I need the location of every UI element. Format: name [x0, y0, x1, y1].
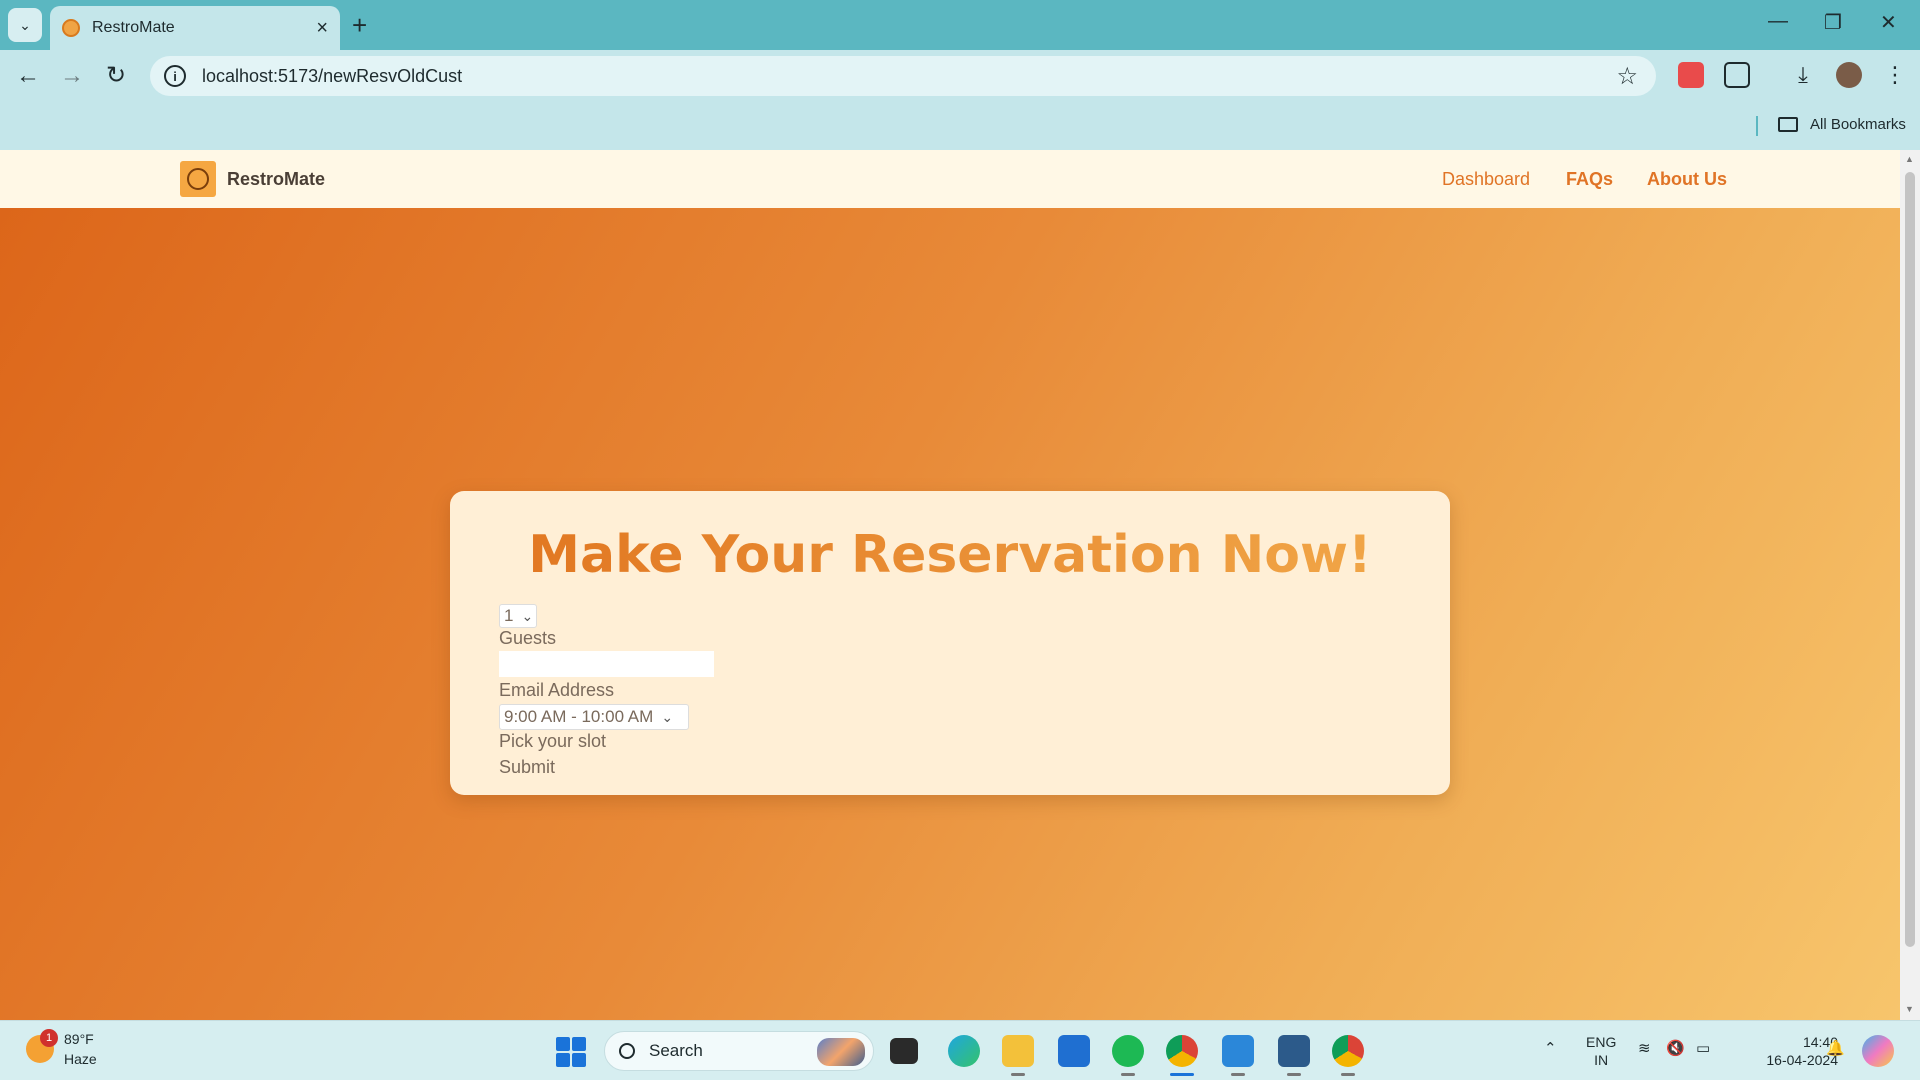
- vscode-icon[interactable]: [1222, 1035, 1254, 1067]
- submit-button[interactable]: Submit: [499, 757, 555, 778]
- close-window-icon[interactable]: ✕: [1880, 10, 1897, 35]
- site-info-icon[interactable]: i: [164, 65, 186, 87]
- weather-badge: 1: [40, 1029, 58, 1047]
- close-tab-icon[interactable]: ×: [316, 17, 328, 40]
- address-bar[interactable]: i localhost:5173/newResvOldCust ☆: [150, 56, 1656, 96]
- download-icon[interactable]: ⤓: [1790, 62, 1816, 88]
- restore-icon[interactable]: ❐: [1824, 10, 1842, 35]
- guests-select[interactable]: 1 ⌄: [499, 604, 537, 628]
- all-bookmarks-label: All Bookmarks: [1810, 116, 1906, 133]
- url-text[interactable]: localhost:5173/newResvOldCust: [202, 66, 462, 87]
- all-bookmarks-button[interactable]: All Bookmarks: [1778, 116, 1906, 133]
- minimize-icon[interactable]: —: [1768, 10, 1788, 33]
- menu-kebab-icon[interactable]: ⋮: [1882, 62, 1908, 88]
- nav-about-link[interactable]: About Us: [1647, 169, 1727, 190]
- language-region: IN: [1594, 1052, 1609, 1068]
- database-tool-indicator: [1287, 1073, 1301, 1076]
- taskbar-search-placeholder: Search: [649, 1041, 703, 1060]
- restaurant-logo-icon: [187, 168, 209, 190]
- nav-faqs-link[interactable]: FAQs: [1566, 169, 1613, 190]
- chrome-profile-icon[interactable]: [1332, 1035, 1364, 1067]
- os-taskbar: 1 89°F Haze Search ⌃ ENG IN ≋ 🔇 ▭ 14:40 …: [0, 1020, 1920, 1080]
- new-tab-button[interactable]: +: [352, 10, 367, 40]
- chrome-profile-indicator: [1341, 1073, 1355, 1076]
- chevron-down-icon: ⌄: [19, 16, 31, 33]
- page-scrollbar[interactable]: ▲ ▼: [1900, 150, 1920, 1020]
- language-indicator[interactable]: ENG IN: [1586, 1033, 1616, 1069]
- back-arrow-icon[interactable]: ←: [16, 62, 40, 90]
- task-view-icon[interactable]: [890, 1038, 918, 1064]
- favicon-icon: [62, 19, 80, 37]
- slot-select[interactable]: 9:00 AM - 10:00 AM ⌄: [499, 704, 689, 730]
- page-viewport: RestroMate Dashboard FAQs About Us Make …: [0, 150, 1900, 1020]
- reservation-card: Make Your Reservation Now! 1 ⌄ Guests Em…: [450, 491, 1450, 795]
- windows-start-icon[interactable]: [556, 1037, 586, 1067]
- spotify-indicator: [1121, 1073, 1135, 1076]
- slot-value: 9:00 AM - 10:00 AM: [504, 707, 654, 726]
- bookmarks-bar: All Bookmarks: [0, 102, 1920, 150]
- folder-icon: [1778, 117, 1798, 132]
- nav-dashboard-link[interactable]: Dashboard: [1442, 169, 1530, 190]
- browser-toolbar: ← → ↻ i localhost:5173/newResvOldCust ☆: [0, 50, 1920, 102]
- bookmark-star-icon[interactable]: ☆: [1616, 62, 1638, 91]
- forward-arrow-icon[interactable]: →: [60, 62, 84, 90]
- app-navbar: RestroMate Dashboard FAQs About Us: [0, 150, 1900, 208]
- browser-tab-strip: ⌄ RestroMate × + — ❐ ✕: [0, 0, 1920, 50]
- bookmarks-divider: [1756, 116, 1758, 136]
- profile-avatar[interactable]: [1836, 62, 1862, 88]
- show-hidden-icons-chevron[interactable]: ⌃: [1544, 1039, 1557, 1057]
- chrome-icon[interactable]: [1166, 1035, 1198, 1067]
- vscode-indicator: [1231, 1073, 1245, 1076]
- email-label: Email Address: [499, 680, 615, 700]
- scroll-down-icon[interactable]: ▼: [1905, 1004, 1914, 1014]
- browser-tab[interactable]: RestroMate ×: [50, 6, 340, 50]
- weather-temperature[interactable]: 89°F: [64, 1031, 94, 1047]
- puzzle-extensions-icon[interactable]: [1724, 62, 1750, 88]
- reload-icon[interactable]: ↻: [106, 62, 126, 90]
- scroll-up-icon[interactable]: ▲: [1905, 154, 1914, 164]
- file-explorer-indicator: [1011, 1073, 1025, 1076]
- wifi-icon[interactable]: ≋: [1638, 1039, 1651, 1057]
- scroll-thumb[interactable]: [1905, 172, 1915, 947]
- spotify-icon[interactable]: [1112, 1035, 1144, 1067]
- notification-bell-icon[interactable]: 🔔: [1826, 1039, 1845, 1057]
- brand-name[interactable]: RestroMate: [227, 169, 325, 190]
- file-explorer-icon[interactable]: [1002, 1035, 1034, 1067]
- extension-icon[interactable]: [1678, 62, 1704, 88]
- volume-muted-icon[interactable]: 🔇: [1666, 1039, 1685, 1057]
- copilot-icon[interactable]: [1862, 1035, 1894, 1067]
- tab-title: RestroMate: [92, 19, 175, 36]
- chrome-active-indicator: [1170, 1073, 1194, 1076]
- edge-browser-icon[interactable]: [948, 1035, 980, 1067]
- search-icon: [619, 1043, 635, 1059]
- email-field[interactable]: [499, 651, 714, 677]
- database-tool-icon[interactable]: [1278, 1035, 1310, 1067]
- slot-label: Pick your slot: [499, 731, 607, 751]
- weather-condition[interactable]: Haze: [64, 1051, 97, 1067]
- brand-logo[interactable]: [180, 161, 216, 197]
- guests-label: Guests: [499, 628, 557, 648]
- mail-icon[interactable]: [1058, 1035, 1090, 1067]
- page-title: Make Your Reservation Now!: [450, 525, 1450, 585]
- chevron-down-icon: ⌄: [521, 607, 534, 624]
- guests-value: 1: [504, 606, 514, 625]
- search-highlight-art: [817, 1038, 865, 1066]
- tab-search-button[interactable]: ⌄: [8, 8, 42, 42]
- language-code: ENG: [1586, 1034, 1617, 1050]
- battery-icon[interactable]: ▭: [1696, 1039, 1710, 1057]
- taskbar-search-box[interactable]: Search: [604, 1031, 874, 1071]
- chevron-down-icon: ⌄: [661, 708, 674, 725]
